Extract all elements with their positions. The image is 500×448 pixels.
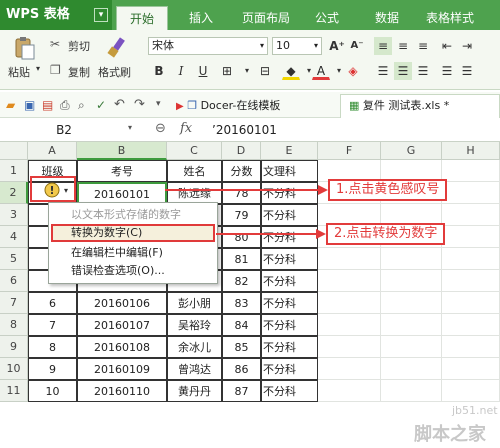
watermark-name: 脚本之家	[414, 424, 486, 445]
arrowhead-icon	[318, 185, 328, 195]
arrowhead-icon	[316, 229, 326, 239]
callout-step-1: 1.点击黄色感叹号	[328, 179, 448, 201]
watermark-site: jb51.net	[452, 404, 498, 417]
callout-step-2: 2.点击转换为数字	[326, 223, 446, 245]
callout-highlight-box	[30, 176, 76, 202]
